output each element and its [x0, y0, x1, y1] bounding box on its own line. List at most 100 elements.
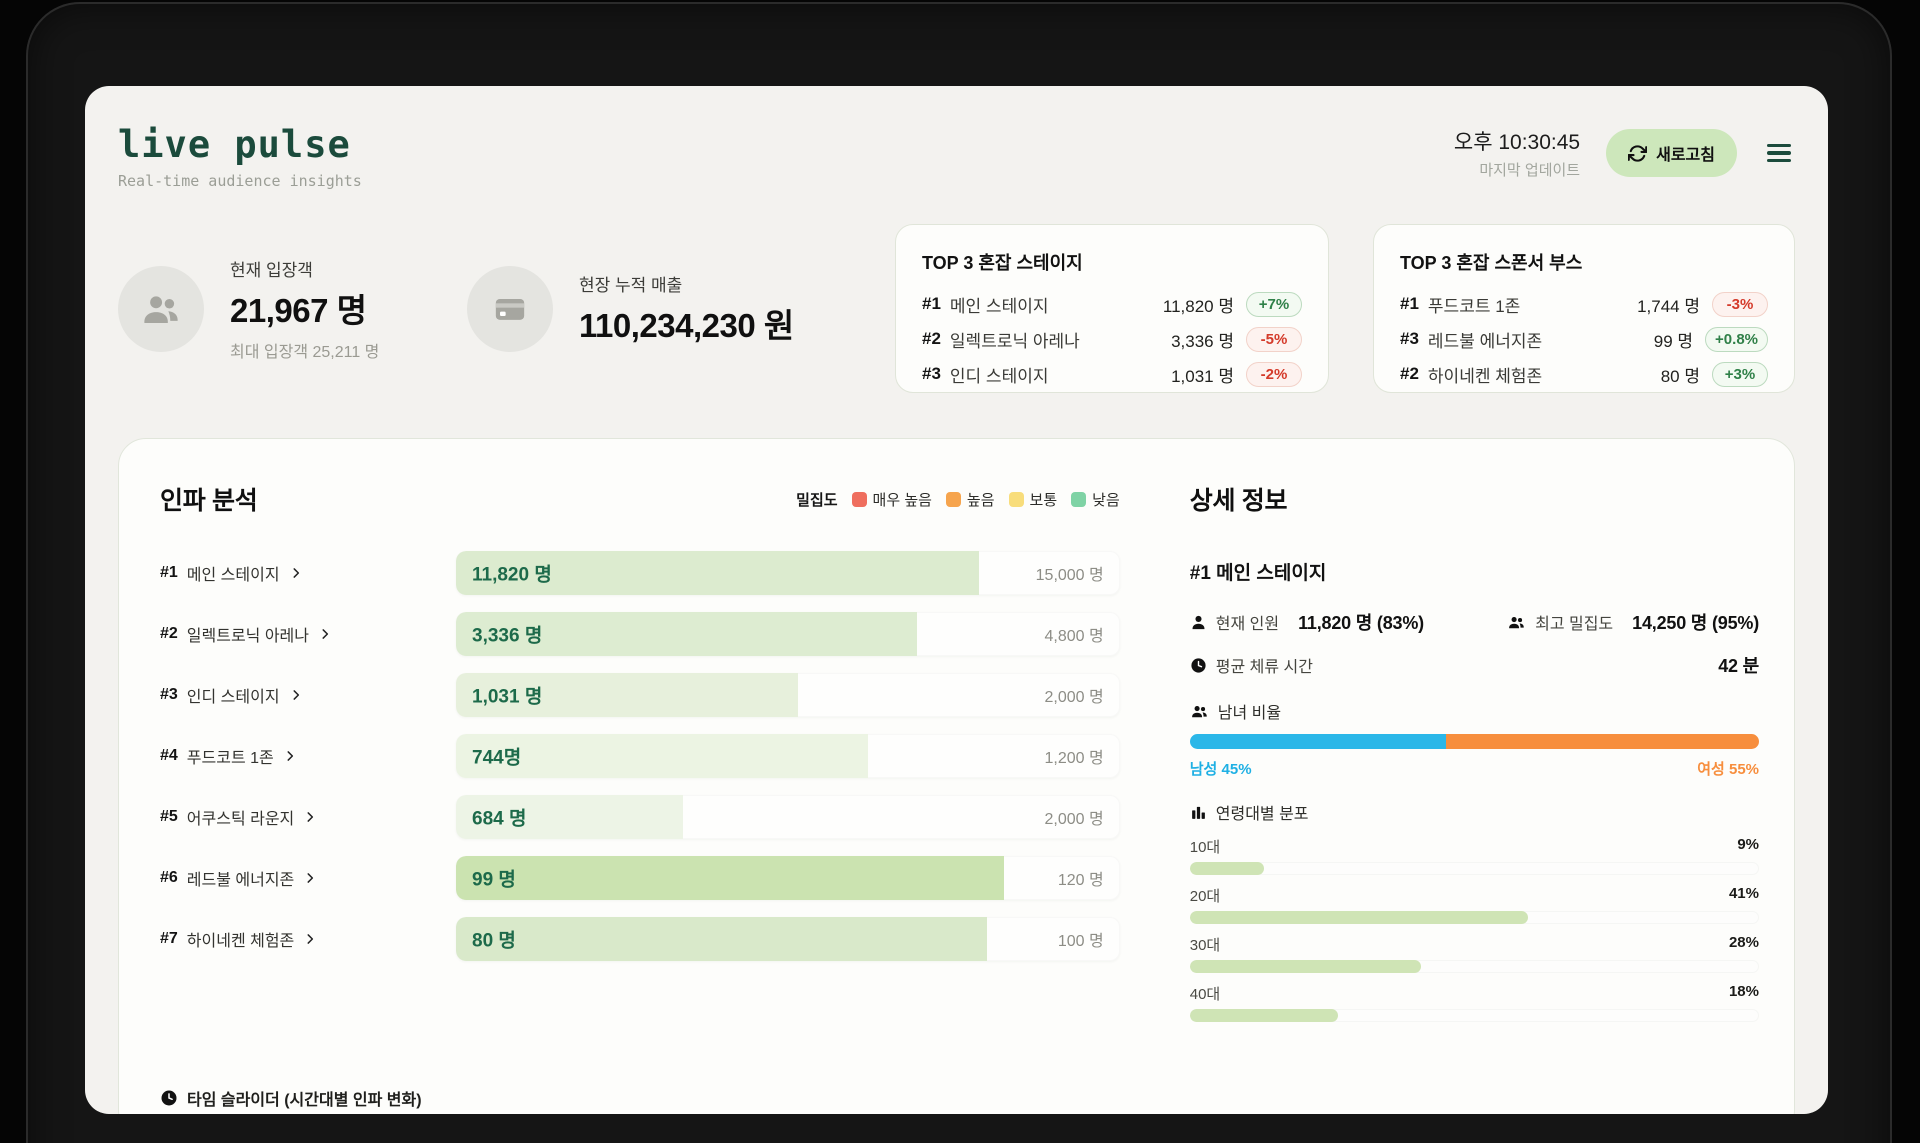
crowd-row-label[interactable]: #1메인 스테이지 — [160, 561, 456, 585]
stat-sub: 최대 입장객 25,211 명 — [230, 338, 379, 362]
refresh-icon — [1628, 144, 1647, 163]
occupancy-value: 744명 — [472, 743, 521, 770]
trend-badge: -3% — [1712, 292, 1768, 317]
booth-count: 80 명 — [1661, 362, 1700, 387]
stage-count: 3,336 명 — [1171, 327, 1234, 352]
occupancy-bar: 1,031 명 2,000 명 — [456, 673, 1120, 717]
age-distribution-label: 연령대별 분포 — [1216, 800, 1309, 824]
rank: #1 — [1400, 294, 1419, 314]
crowd-row-label[interactable]: #5어쿠스틱 라운지 — [160, 805, 456, 829]
legend-item: 낮음 — [1071, 489, 1120, 510]
male-label: 남성 45% — [1190, 758, 1252, 779]
trend-badge: +7% — [1246, 292, 1302, 317]
top3-booths-title: TOP 3 혼잡 스폰서 부스 — [1400, 249, 1768, 275]
age-bar-fill — [1190, 960, 1421, 973]
main-panel: 인파 분석 밀집도 매우 높음 높음 — [118, 438, 1795, 1114]
crowd-row[interactable]: #3인디 스테이지 1,031 명 2,000 명 — [160, 673, 1120, 717]
age-bar — [1190, 960, 1759, 973]
crowd-row[interactable]: #7하이네켄 체험존80 명100 명 — [160, 917, 1120, 961]
people-icon — [1507, 614, 1526, 631]
chevron-right-icon[interactable] — [283, 749, 297, 763]
density-chip-normal — [1009, 492, 1024, 507]
menu-icon[interactable] — [1763, 140, 1795, 167]
capacity-value: 2,000 명 — [1045, 683, 1104, 707]
stat-revenue: 현장 누적 매출 110,234,230 원 — [467, 266, 794, 352]
legend-item: 매우 높음 — [852, 489, 932, 510]
crowd-row-label[interactable]: #6레드불 에너지존 — [160, 866, 456, 890]
booth-count: 99 명 — [1654, 327, 1693, 352]
trend-badge: +0.8% — [1705, 327, 1768, 352]
crowd-row-label[interactable]: #4푸드코트 1존 — [160, 744, 456, 768]
gender-ratio-label: 남녀 비율 — [1218, 699, 1281, 723]
app-tagline: Real-time audience insights — [118, 172, 362, 190]
crowd-row[interactable]: #1메인 스테이지11,820 명15,000 명 — [160, 551, 1120, 595]
current-time: 오후 10:30:45 — [1454, 126, 1580, 156]
occupancy-value: 684 명 — [472, 804, 526, 831]
chevron-right-icon[interactable] — [318, 627, 332, 641]
occupancy-value: 1,031 명 — [472, 682, 542, 709]
credit-card-icon — [467, 266, 553, 352]
top3-stages-card: TOP 3 혼잡 스테이지 #1 메인 스테이지 11,820 명 +7% #2… — [895, 224, 1329, 393]
current-count-stat: 현재 인원 11,820 명 (83%) — [1190, 609, 1424, 635]
crowd-row[interactable]: #2일렉트로닉 아레나3,336 명4,800 명 — [160, 612, 1120, 656]
last-update-caption: 마지막 업데이트 — [1454, 159, 1580, 180]
age-bar — [1190, 911, 1759, 924]
age-row: 30대28% — [1190, 934, 1759, 973]
stat-value: 110,234,230 원 — [579, 299, 794, 347]
occupancy-bar: 11,820 명15,000 명 — [456, 551, 1120, 595]
rank: #2 — [160, 625, 178, 643]
rank: #7 — [160, 930, 178, 948]
chevron-right-icon[interactable] — [303, 932, 317, 946]
crowd-row[interactable]: #6레드불 에너지존99 명120 명 — [160, 856, 1120, 900]
crowd-row-label[interactable]: #7 하이네켄 체험존 — [160, 927, 456, 951]
legend-text: 높음 — [967, 489, 995, 510]
female-label: 여성 55% — [1697, 758, 1759, 779]
occupancy-value: 11,820 명 — [472, 560, 552, 587]
legend-text: 보통 — [1030, 489, 1058, 510]
top3-stage-row: #3 인디 스테이지 1,031 명 -2% — [922, 360, 1302, 388]
top3-booths-card: TOP 3 혼잡 스폰서 부스 #1 푸드코트 1존 1,744 명 -3% #… — [1373, 224, 1795, 393]
stat-value: 21,967 명 — [230, 284, 379, 332]
age-distribution-header: 연령대별 분포 — [1190, 800, 1759, 824]
current-count-label: 현재 인원 — [1216, 610, 1279, 634]
avg-stay-value: 42 분 — [1718, 652, 1759, 678]
occupancy-value: 99 명 — [472, 865, 516, 892]
chevron-right-icon[interactable] — [303, 810, 317, 824]
booth-name: 레드불 에너지존 — [1428, 327, 1542, 352]
stat-label: 현재 입장객 — [230, 256, 379, 281]
occupancy-value: 80 명 — [472, 926, 516, 953]
top3-stages-title: TOP 3 혼잡 스테이지 — [922, 249, 1302, 275]
zone-name: 일렉트로닉 아레나 — [187, 622, 309, 646]
clock-icon — [160, 1089, 178, 1107]
age-bar-fill — [1190, 1009, 1339, 1022]
male-segment — [1190, 734, 1446, 749]
gender-ratio-header: 남녀 비율 — [1190, 699, 1759, 723]
chevron-right-icon[interactable] — [289, 566, 303, 580]
legend-item: 높음 — [946, 489, 995, 510]
bar-chart-icon — [1190, 804, 1207, 821]
crowd-row[interactable]: #4푸드코트 1존744명1,200 명 — [160, 734, 1120, 778]
detail-subtitle: #1 메인 스테이지 — [1190, 558, 1759, 585]
chevron-right-icon[interactable] — [303, 871, 317, 885]
crowd-analysis-section: 인파 분석 밀집도 매우 높음 높음 — [160, 481, 1120, 1032]
age-group-value: 9% — [1737, 836, 1759, 857]
refresh-label: 새로고침 — [1656, 141, 1715, 165]
refresh-button[interactable]: 새로고침 — [1606, 129, 1737, 177]
top3-booth-row: #2 하이네켄 체험존 80 명 +3% — [1400, 360, 1768, 388]
zone-name: 하이네켄 체험존 — [187, 927, 295, 951]
crowd-row[interactable]: #5어쿠스틱 라운지 684 명 2,000 명 — [160, 795, 1120, 839]
avg-stay-stat: 평균 체류 시간 42 분 — [1190, 652, 1759, 678]
crowd-rows: #1메인 스테이지11,820 명15,000 명#2일렉트로닉 아레나3,33… — [160, 551, 1120, 961]
detail-title: 상세 정보 — [1190, 481, 1759, 517]
chevron-right-icon[interactable] — [289, 688, 303, 702]
age-bar-fill — [1190, 862, 1264, 875]
crowd-row-label[interactable]: #3인디 스테이지 — [160, 683, 456, 707]
top3-booth-row: #3 레드불 에너지존 99 명 +0.8% — [1400, 325, 1768, 353]
legend-text: 낮음 — [1092, 489, 1120, 510]
app-screen: live pulse Real-time audience insights 오… — [85, 86, 1828, 1114]
booth-name: 하이네켄 체험존 — [1428, 362, 1542, 387]
capacity-value: 2,000 명 — [1045, 805, 1104, 829]
crowd-row-label[interactable]: #2 일렉트로닉 아레나 — [160, 622, 456, 646]
people-icon — [1190, 703, 1209, 720]
rank: #3 — [922, 364, 941, 384]
